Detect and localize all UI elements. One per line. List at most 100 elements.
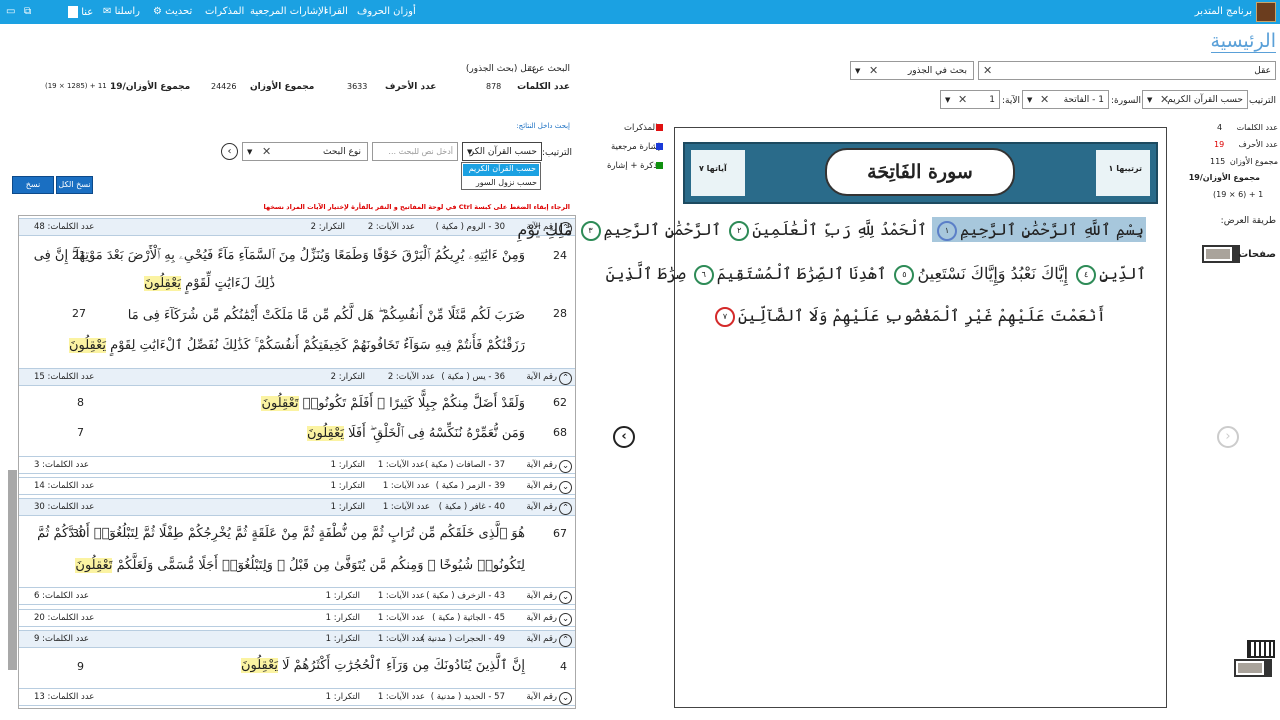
collapse-icon[interactable]: ⌃ <box>559 634 572 647</box>
res-search-type-select[interactable]: ▼ ✕ نوع البحث <box>242 142 368 161</box>
collapse-icon[interactable]: ⌃ <box>559 372 572 385</box>
verse-line[interactable]: لِتَكُونُوا۟ شُيُوخًا ۚ وَمِنكُم مَّن يُ… <box>75 558 525 573</box>
app-title: برنامج المتدبر <box>1194 6 1252 17</box>
verse-line[interactable]: ضَرَبَ لَكُم مَّثَلًا مِّنْ أَنفُسِكُمْ … <box>128 308 525 323</box>
legend-bookmark: إشارة مرجعية <box>611 142 661 152</box>
surah-group-header[interactable]: ⌄ رقم الآية 45 - الجاثية ( مكية ) عدد ال… <box>19 609 575 627</box>
quran-page[interactable]: ترتيبها ١ آياتها ٧ سورة الفَاتِحَة بِسْم… <box>517 127 1167 708</box>
dropdown-option-revelation[interactable]: حسب نزول السور <box>476 178 537 187</box>
surah-group-header[interactable]: ⌄ رقم الآية 39 - الزمر ( مكية ) عدد الآي… <box>19 477 575 495</box>
chevron-down-icon: ▼ <box>247 148 253 156</box>
res-words-label: عدد الكلمات <box>517 82 570 92</box>
quran-line-1[interactable]: بِسْمِ ٱللَّهِ ٱلرَّحْمَٰنِ ٱلرَّحِيمِ١ … <box>517 217 1146 242</box>
res-next-button[interactable]: ‹ <box>221 143 238 160</box>
display-mode-toggle[interactable] <box>1202 245 1240 263</box>
stat-words-label: عدد الكلمات <box>1236 123 1278 132</box>
legend-notes-swatch <box>656 124 663 131</box>
sort-select[interactable]: ▼ ✕ حسب القرآن الكريم <box>1142 90 1248 109</box>
search-mode-select[interactable]: ▼ ✕ بحث في الجذور <box>850 61 974 80</box>
res-w19-value: (19 × 1285) + 11 <box>45 82 107 90</box>
menu-letter-weights[interactable]: أوزان الحروف <box>357 6 416 17</box>
ayah-number: 28 <box>553 307 567 320</box>
restore-icon[interactable]: ⧉ <box>24 6 31 17</box>
verse-line[interactable]: وَمَن نُّعَمِّرْهُ نُنَكِّسْهُ فِى ٱلْخَ… <box>306 426 525 441</box>
surah-group-header[interactable]: ⌃ رقم الآية 49 - الحجرات ( مدنية ) عدد ا… <box>19 630 575 648</box>
verse-line[interactable]: وَلَقَدْ أَضَلَّ مِنكُمْ جِبِلًّا كَثِير… <box>261 396 525 411</box>
search-for-value: عقل (بحث الجذور) <box>465 64 537 74</box>
res-letters-label: عدد الأحرف <box>385 82 437 92</box>
menu-notes[interactable]: المذكرات <box>205 6 244 17</box>
copy-all-button[interactable]: نسخ الكل <box>56 176 93 194</box>
keyboard-icon[interactable] <box>1247 640 1275 658</box>
quran-line-3[interactable]: أَنْعَمْتَ عَلَيْهِمْ غَيْرِ ٱلْمَغْضُوب… <box>712 306 1106 327</box>
ctrl-hint: الرجاء إبقاء الضغط على كبسة Ctrl في لوحة… <box>263 203 571 211</box>
surah-group-header[interactable]: ⌄ رقم الآية 37 - الصافات ( مكية ) عدد ال… <box>19 456 575 474</box>
surah-group-header[interactable]: ⌄ رقم الآية 57 - الحديد ( مدنية ) عدد ال… <box>19 688 575 706</box>
chevron-down-icon: ▼ <box>855 67 861 75</box>
menu-reciters[interactable]: القراء <box>324 6 348 17</box>
dropdown-option-quran[interactable]: حسب القرآن الكريم <box>463 164 539 176</box>
ayah-select[interactable]: ▼ ✕ 1 <box>940 90 1000 109</box>
clear-mode-icon[interactable]: ✕ <box>869 64 878 77</box>
expand-icon[interactable]: ⌄ <box>559 591 572 604</box>
banner-ornament-right <box>1096 150 1150 196</box>
verse-line[interactable]: وَمِنْ ءَايَٰتِهِۦ يُرِيكُمُ ٱلْبَرْقَ خ… <box>34 248 525 263</box>
expand-icon[interactable]: ⌄ <box>559 692 572 705</box>
res-sort-dropdown[interactable]: حسب القرآن الكريم حسب نزول السور <box>461 162 541 190</box>
ayah-label: الآية: <box>1002 96 1020 106</box>
verse-line[interactable]: ذَٰلِكَ لَءَايَٰتٍ لِّقَوْمٍ يَعْقِلُونَ <box>143 276 275 291</box>
surah-group-header[interactable]: ⌄ رقم الآية 43 - الزخرف ( مكية ) عدد الآ… <box>19 587 575 605</box>
title-bar: برنامج المتدبر أوزان الحروف القراء الإشا… <box>0 0 1280 24</box>
clear-ayah-icon[interactable]: ✕ <box>958 93 967 106</box>
collapse-icon[interactable]: ⌃ <box>559 502 572 515</box>
ayah-number: 67 <box>553 527 567 540</box>
legend-both-swatch <box>656 162 663 169</box>
res-weights-value: 24426 <box>211 82 237 91</box>
res-w19-label: مجموع الأوزان/19 <box>110 82 191 92</box>
contact-button[interactable]: ✉ راسلنا <box>103 6 140 17</box>
surah-select[interactable]: ▼ ✕ 1 - الفاتحة <box>1022 90 1109 109</box>
search-input[interactable]: ✕ عقل <box>978 61 1276 80</box>
keyboard-toggle[interactable] <box>1234 659 1272 677</box>
res-filter-input[interactable]: أدخل نص للبحث ... <box>372 142 458 161</box>
stat-weights-label: مجموع الأوزان <box>1229 157 1278 166</box>
word-count: 8 <box>77 396 84 409</box>
prev-page-button[interactable]: ‹ <box>613 426 635 448</box>
selected-ayah[interactable]: بِسْمِ ٱللَّهِ ٱلرَّحْمَٰنِ ٱلرَّحِيمِ١ <box>931 217 1146 242</box>
legend-notes: المذكرات <box>624 123 658 133</box>
minimize-icon[interactable]: ▭ <box>6 6 15 17</box>
verse-line[interactable]: رَزَقْنَٰكُمْ فَأَنتُمْ فِيهِ سَوَآءٌ تَ… <box>68 338 525 353</box>
menu-bookmarks[interactable]: الإشارات المرجعية <box>250 6 327 17</box>
next-page-button[interactable]: › <box>1217 426 1239 448</box>
display-mode-value: صفحات <box>1238 249 1276 260</box>
verse-line[interactable]: إِنَّ ٱلَّذِينَ يُنَادُونَكَ مِن وَرَآءِ… <box>240 658 525 673</box>
update-button[interactable]: ⚙ تحديث <box>153 6 192 17</box>
banner-ornament-left <box>691 150 745 196</box>
surah-group-header[interactable]: ⌃ رقم الآية 30 - الروم ( مكية ) عدد الآي… <box>19 218 575 236</box>
results-list[interactable]: ⌃ رقم الآية 30 - الروم ( مكية ) عدد الآي… <box>18 215 576 709</box>
word-count: 9 <box>77 660 84 673</box>
clear-surah-icon[interactable]: ✕ <box>1040 93 1049 106</box>
sort-label: الترتيب: <box>1245 96 1276 106</box>
stat-w19-value: (19 × 6) + 1 <box>1213 190 1264 199</box>
clear-search-icon[interactable]: ✕ <box>983 64 992 77</box>
about-button[interactable]: عنا <box>68 6 93 18</box>
results-scrollbar[interactable] <box>8 470 17 670</box>
surah-title-box: سورة الفَاتِحَة <box>825 148 1015 196</box>
verse-line[interactable]: هُوَ ٱلَّذِى خَلَقَكُم مِّن تُرَابٍ ثُمَ… <box>37 526 525 541</box>
surah-group-header[interactable]: ⌃ رقم الآية 36 - يس ( مكية ) عدد الآيات:… <box>19 368 575 386</box>
banner-order: ترتيبها ١ <box>1108 164 1142 173</box>
ayah-number: 24 <box>553 249 567 262</box>
surah-group-header[interactable]: ⌃ رقم الآية 40 - غافر ( مكية ) عدد الآيا… <box>19 498 575 516</box>
expand-icon[interactable]: ⌄ <box>559 460 572 473</box>
clear-type-icon[interactable]: ✕ <box>262 145 271 158</box>
res-sort-select[interactable]: ▼ حسب القرآن الكر <box>462 142 542 161</box>
expand-icon[interactable]: ⌄ <box>559 481 572 494</box>
expand-icon[interactable]: ⌄ <box>559 613 572 626</box>
chevron-down-icon: ▼ <box>1147 96 1153 104</box>
stat-weights-value: 115 <box>1210 157 1226 166</box>
surah-label: السورة: <box>1111 96 1142 106</box>
quran-line-2[interactable]: ٱلدِّينِ٤ إِيَّاكَ نَعْبُدُ وَإِيَّاكَ ن… <box>606 264 1146 285</box>
ayah-number: 4 <box>560 660 567 673</box>
copy-selected-button[interactable]: نسخ المظلل <box>12 176 54 205</box>
